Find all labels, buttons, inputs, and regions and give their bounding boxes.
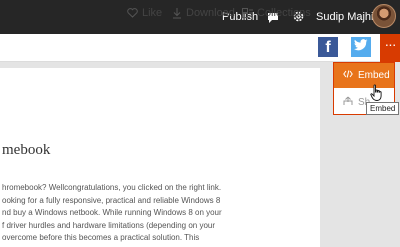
embed-menu-item[interactable]: Embed [334,63,394,88]
action-bar [0,34,400,62]
paragraph-line: overcome before this becomes a practical… [2,233,200,242]
download-label: Download [186,7,235,19]
paragraph-line: f driver hurdles and hardware limitation… [2,220,216,230]
avatar[interactable] [372,4,396,28]
collections-button[interactable]: Collections [242,7,311,19]
embed-tooltip: Embed [366,102,400,115]
like-button[interactable]: Like [127,7,162,19]
document-page: mebook hromebook? Wellcongratulations, y… [0,68,320,247]
share-icon [343,96,353,109]
code-icon [343,70,353,81]
heart-icon [127,8,138,18]
paragraph-line: hromebook? Wellcongratulations, you clic… [2,183,222,192]
twitter-icon [354,38,368,56]
document-paragraph: hromebook? Wellcongratulations, you clic… [2,182,320,245]
collections-icon [242,8,253,18]
facebook-icon: f [325,39,331,56]
download-icon [172,7,182,19]
document-heading: mebook [2,142,51,158]
paragraph-line: ooking for a fully responsive, practical… [2,195,221,205]
username[interactable]: Sudip Majhi [316,11,373,23]
facebook-share-button[interactable]: f [318,37,338,57]
hand-cursor-icon [370,84,384,102]
like-label: Like [142,7,163,19]
twitter-share-button[interactable] [351,37,371,57]
embed-label: Embed [358,70,390,81]
paragraph-line: nd buy a Windows netbook. While running … [2,208,222,217]
more-options-button[interactable]: ··· [380,34,400,62]
download-button[interactable]: Download [172,7,235,19]
collections-label: Collections [257,7,311,19]
